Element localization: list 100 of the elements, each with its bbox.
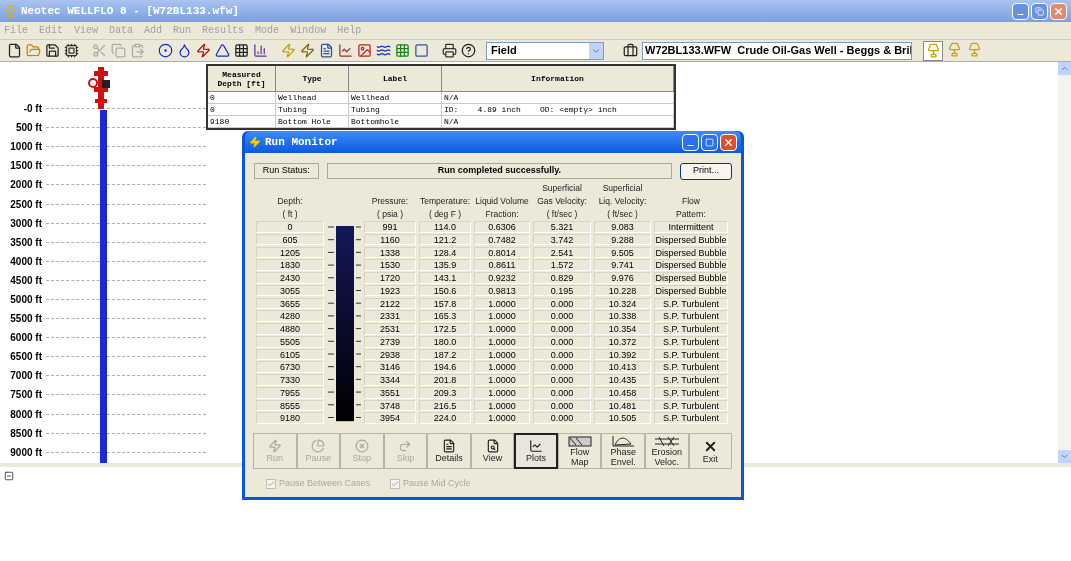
table-cell: 187.2: [419, 348, 471, 361]
table-cell: 0.000: [533, 399, 591, 412]
menu-item[interactable]: File: [4, 23, 28, 38]
table-cell: 0: [256, 221, 324, 233]
toolbar-button[interactable]: Details: [427, 433, 471, 470]
chart-icon[interactable]: [336, 41, 354, 60]
erosion-lines-icon: [653, 435, 680, 447]
table-cell: 3344: [364, 374, 416, 386]
table-cell: 1.0000: [474, 310, 530, 322]
table-cell: 2938: [364, 348, 416, 361]
save-icon[interactable]: [43, 41, 61, 60]
collapse-icon[interactable]: [4, 471, 14, 481]
vertical-scrollbar[interactable]: [1058, 62, 1071, 463]
table-cell: 0.829: [533, 272, 591, 284]
dialog-title: Run Monitor: [265, 134, 338, 150]
table-cell: 0.9232: [474, 272, 530, 284]
print-button[interactable]: Print...: [680, 162, 732, 180]
table-cell: 3954: [364, 412, 416, 425]
help-icon[interactable]: [459, 41, 477, 60]
table-cell: 209.3: [419, 386, 471, 399]
close-button[interactable]: [1050, 2, 1067, 20]
table-cell: 1338: [364, 246, 416, 259]
close-button[interactable]: [720, 133, 737, 151]
table-cell: 157.8: [419, 297, 471, 310]
table-cell: N/A: [442, 116, 674, 127]
menu-item[interactable]: Results: [202, 23, 245, 38]
table-cell: 3055: [256, 284, 324, 297]
circle-icon[interactable]: [156, 41, 174, 60]
document-icon: [441, 439, 456, 454]
table-cell: 216.5: [419, 399, 471, 412]
table-cell: 165.3: [419, 310, 471, 322]
toolbar-button[interactable]: Erosion Veloc.: [644, 433, 689, 470]
table-cell: 9.083: [594, 221, 651, 233]
table-cell: 2430: [256, 272, 324, 284]
column-header[interactable]: Measured Depth [ft]: [208, 66, 276, 91]
print-icon[interactable]: [440, 41, 458, 60]
table-cell: 605: [256, 233, 324, 246]
table-cell: 6730: [256, 361, 324, 374]
minimize-button[interactable]: [1012, 2, 1029, 20]
table-cell: 0.8014: [474, 246, 530, 259]
grid-icon[interactable]: [232, 41, 250, 60]
restore-icon: [1035, 6, 1044, 16]
table-cell: Dispersed Bubble: [654, 272, 728, 284]
menu-item[interactable]: Add: [144, 23, 163, 38]
mode-dropdown[interactable]: Field: [486, 41, 604, 60]
lightning-icon: [267, 439, 282, 454]
table-cell: S.P. Turbulent: [654, 374, 728, 386]
table-cell: 2.541: [533, 246, 591, 259]
skip-arrow-icon: [398, 439, 413, 454]
toolbar-button[interactable]: View: [470, 433, 515, 470]
well-description-field[interactable]: W72BL133.WFW Crude Oil-Gas Well - Beggs & Bril: [642, 41, 912, 60]
toolbar-button[interactable]: Exit: [688, 433, 733, 470]
table-cell: 0.7482: [474, 233, 530, 246]
menu-item[interactable]: Mode: [255, 23, 280, 38]
menu-item[interactable]: Data: [109, 23, 134, 38]
panel-icon[interactable]: [412, 41, 430, 60]
wellhead-drawing: [88, 67, 112, 109]
restore-button[interactable]: [1031, 2, 1048, 20]
column-header: Temperature: ( deg F ): [419, 195, 471, 221]
depth-label: 7000 ft: [9, 369, 42, 384]
menu-item[interactable]: View: [74, 23, 99, 38]
depth-label: 8500 ft: [9, 426, 42, 441]
depth-label: 6000 ft: [9, 331, 42, 346]
table-cell: Wellhead: [349, 92, 442, 103]
table-cell: 10.413: [594, 361, 651, 374]
table-cell: S.P. Turbulent: [654, 348, 728, 361]
depth-label: 4500 ft: [9, 273, 42, 288]
status-label: Run Status:: [254, 163, 319, 179]
table-cell: 9.505: [594, 246, 651, 259]
scroll-up-icon[interactable]: [1060, 64, 1069, 73]
depth-label: 1500 ft: [9, 159, 42, 174]
table-cell: 224.0: [419, 412, 471, 425]
table-cell: 3146: [364, 361, 416, 374]
table-cell: N/A: [442, 92, 674, 103]
menu-item[interactable]: Edit: [39, 23, 64, 38]
toolbar-button[interactable]: Plots: [514, 433, 558, 470]
table-cell: 7330: [256, 374, 324, 386]
column-header: Depth: ( ft ): [276, 195, 304, 221]
column-header[interactable]: Type: [276, 66, 349, 91]
table-cell: 150.6: [419, 284, 471, 297]
toolbar-button[interactable]: Phase Envel.: [601, 433, 645, 470]
menu-item[interactable]: Window: [290, 23, 327, 38]
maximize-button[interactable]: [701, 133, 718, 151]
menu-item[interactable]: Help: [337, 23, 362, 38]
depth-label: 5500 ft: [9, 312, 42, 327]
menu-item[interactable]: Run: [173, 23, 192, 38]
column-header[interactable]: Information: [442, 66, 674, 91]
toolbar-button[interactable]: Flow Map: [557, 433, 602, 470]
table-cell: 0.195: [533, 284, 591, 297]
table-cell: 0.000: [533, 310, 591, 322]
scroll-down-icon[interactable]: [1060, 452, 1069, 461]
table-cell: 0.000: [533, 348, 591, 361]
chip-icon[interactable]: [62, 41, 80, 60]
minimize-button[interactable]: [682, 133, 699, 151]
triangle-icon[interactable]: [213, 41, 231, 60]
table-cell: 0.000: [533, 361, 591, 374]
table-cell: 0.9813: [474, 284, 530, 297]
table-cell: 10.372: [594, 335, 651, 348]
column-header[interactable]: Label: [349, 66, 442, 91]
table-cell: 5505: [256, 335, 324, 348]
